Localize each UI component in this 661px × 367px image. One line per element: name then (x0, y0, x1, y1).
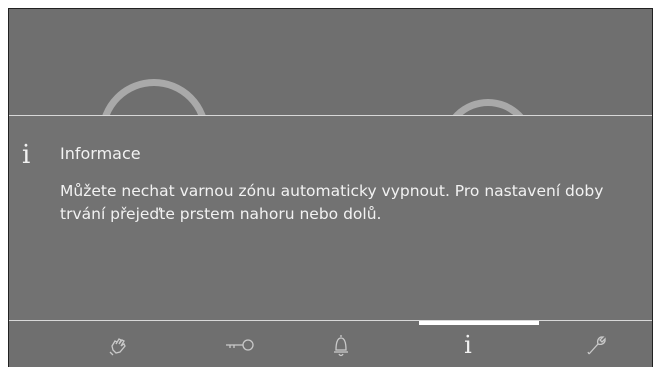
info-title: Informace (60, 144, 141, 163)
info-icon: i (22, 140, 31, 170)
hand-wipe-icon (109, 338, 126, 356)
cooktop-screen: i Informace Můžete nechat varnou zónu au… (9, 9, 652, 367)
nav-information[interactable]: i (419, 321, 539, 363)
device-frame: i Informace Můžete nechat varnou zónu au… (8, 8, 653, 367)
info-body: Můžete nechat varnou zónu automaticky vy… (60, 182, 604, 223)
wrench-icon (587, 336, 606, 355)
active-tab-indicator (419, 321, 539, 325)
bottom-navbar: i (9, 320, 652, 367)
bell-icon (334, 335, 348, 357)
nav-timer-alarm[interactable] (311, 327, 371, 363)
nav-settings[interactable] (567, 327, 627, 363)
nav-wipe-protection[interactable] (89, 327, 149, 363)
key-icon (226, 339, 254, 351)
nav-child-lock[interactable] (211, 327, 271, 363)
info-icon: i (464, 331, 472, 359)
info-panel: i Informace Můžete nechat varnou zónu au… (9, 115, 652, 321)
